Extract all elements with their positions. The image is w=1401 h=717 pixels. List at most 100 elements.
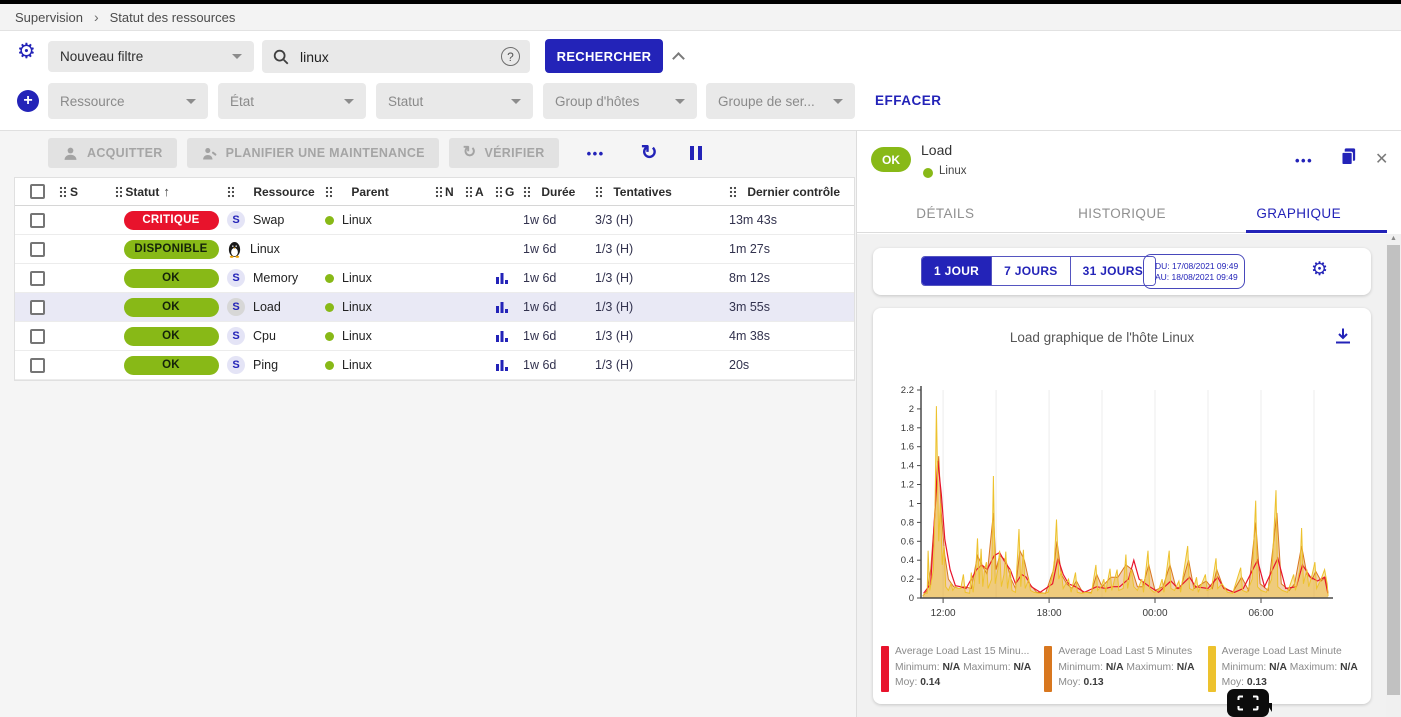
row-checkbox[interactable] bbox=[30, 213, 45, 228]
scrollbar-up-arrow-icon[interactable]: ▲ bbox=[1386, 235, 1401, 242]
capture-overlay-handle-icon[interactable] bbox=[1266, 703, 1272, 712]
resource-detail-panel: OK Load Linux ••• ✕ DÉTAILS HISTORIQUE G… bbox=[856, 130, 1401, 717]
resource-name[interactable]: Swap bbox=[253, 213, 284, 227]
column-header-notes[interactable]: N bbox=[435, 178, 465, 205]
graph-icon[interactable] bbox=[495, 271, 509, 285]
column-header-status[interactable]: Statut↑ bbox=[115, 178, 227, 205]
drag-grip-icon[interactable] bbox=[523, 186, 530, 198]
search-value: linux bbox=[300, 49, 491, 65]
drag-grip-icon[interactable] bbox=[59, 186, 66, 198]
column-header-severity[interactable]: S bbox=[59, 178, 115, 205]
active-tab-indicator bbox=[1246, 230, 1387, 233]
panel-more-actions-icon[interactable]: ••• bbox=[1295, 153, 1313, 168]
custom-date-range[interactable]: DU: 17/08/2021 09:49 AU: 18/08/2021 09:4… bbox=[1143, 254, 1245, 289]
drag-grip-icon[interactable] bbox=[227, 186, 234, 198]
graph-icon[interactable] bbox=[495, 329, 509, 343]
state-select[interactable]: État bbox=[218, 83, 366, 119]
row-checkbox[interactable] bbox=[30, 329, 45, 344]
status-pill: OK bbox=[124, 298, 219, 317]
close-panel-icon[interactable]: ✕ bbox=[1375, 149, 1388, 169]
maintenance-button[interactable]: PLANIFIER UNE MAINTENANCE bbox=[187, 138, 439, 168]
column-header-last-check[interactable]: Dernier contrôle bbox=[729, 178, 854, 205]
column-header-resource[interactable]: Ressource bbox=[227, 178, 325, 205]
parent-name[interactable]: Linux bbox=[342, 329, 372, 343]
resource-name[interactable]: Load bbox=[253, 300, 281, 314]
legend-color-swatch bbox=[1208, 646, 1216, 692]
chevron-down-icon bbox=[344, 99, 354, 104]
resource-type-select[interactable]: Ressource bbox=[48, 83, 208, 119]
breadcrumb-supervision[interactable]: Supervision bbox=[15, 10, 83, 25]
drag-grip-icon[interactable] bbox=[465, 186, 472, 198]
resource-name[interactable]: Memory bbox=[253, 271, 298, 285]
graph-icon[interactable] bbox=[495, 300, 509, 314]
status-select[interactable]: Statut bbox=[376, 83, 533, 119]
drag-grip-icon[interactable] bbox=[435, 186, 442, 198]
drag-grip-icon[interactable] bbox=[729, 186, 736, 198]
drag-grip-icon[interactable] bbox=[115, 186, 122, 198]
refresh-icon[interactable]: ↻ bbox=[641, 143, 658, 163]
table-row[interactable]: OKSLoadLinux1w 6d1/3 (H)3m 55s bbox=[15, 293, 854, 322]
panel-scrollbar[interactable]: ▲ bbox=[1386, 234, 1401, 717]
parent-name[interactable]: Linux bbox=[342, 213, 372, 227]
tab-graph[interactable]: GRAPHIQUE bbox=[1210, 195, 1387, 232]
row-checkbox[interactable] bbox=[30, 242, 45, 257]
search-help-icon[interactable]: ? bbox=[501, 47, 520, 66]
copy-link-icon[interactable] bbox=[1339, 147, 1358, 171]
column-header-parent[interactable]: Parent bbox=[325, 178, 435, 205]
servicegroup-select[interactable]: Groupe de ser... bbox=[706, 83, 855, 119]
resource-name[interactable]: Cpu bbox=[253, 329, 276, 343]
row-checkbox[interactable] bbox=[30, 300, 45, 315]
collapse-filters-chevron-icon[interactable] bbox=[672, 52, 685, 65]
column-header-tries[interactable]: Tentatives bbox=[595, 178, 729, 205]
clear-filters-button[interactable]: EFFACER bbox=[875, 92, 942, 110]
sort-asc-icon: ↑ bbox=[163, 184, 170, 199]
parent-name[interactable]: Linux bbox=[342, 300, 372, 314]
drag-grip-icon[interactable] bbox=[325, 186, 332, 198]
parent-status-dot-icon bbox=[325, 332, 334, 341]
table-row[interactable]: OKSCpuLinux1w 6d1/3 (H)4m 38s bbox=[15, 322, 854, 351]
range-1day-button[interactable]: 1 JOUR bbox=[922, 257, 991, 285]
table-row[interactable]: OKSPingLinux1w 6d1/3 (H)20s bbox=[15, 351, 854, 380]
add-filter-button[interactable]: + bbox=[17, 90, 39, 112]
table-row[interactable]: CRITIQUESSwapLinux1w 6d3/3 (H)13m 43s bbox=[15, 206, 854, 235]
pause-icon[interactable] bbox=[690, 146, 702, 160]
filter-settings-gear-icon[interactable]: ⚙ bbox=[17, 41, 36, 62]
resource-name[interactable]: Linux bbox=[250, 242, 280, 256]
scrollbar-thumb[interactable] bbox=[1387, 245, 1400, 695]
column-header-duration[interactable]: Durée bbox=[523, 178, 595, 205]
status-pill: OK bbox=[124, 327, 219, 346]
svg-text:2.2: 2.2 bbox=[901, 385, 914, 396]
svg-text:0.2: 0.2 bbox=[901, 574, 914, 585]
more-actions-icon[interactable]: ••• bbox=[587, 146, 605, 161]
column-header-graph[interactable]: G bbox=[495, 178, 523, 205]
maintenance-worker-icon bbox=[201, 145, 218, 162]
export-graph-icon[interactable] bbox=[1333, 326, 1353, 351]
column-header-action[interactable]: A bbox=[465, 178, 495, 205]
parent-name[interactable]: Linux bbox=[342, 358, 372, 372]
hostgroup-select[interactable]: Group d'hôtes bbox=[543, 83, 697, 119]
row-checkbox[interactable] bbox=[30, 271, 45, 286]
graph-settings-gear-icon[interactable]: ⚙ bbox=[1311, 260, 1328, 279]
date-to: AU: 18/08/2021 09:49 bbox=[1155, 272, 1238, 283]
table-row[interactable]: OKSMemoryLinux1w 6d1/3 (H)8m 12s bbox=[15, 264, 854, 293]
centreon-resources-page: Supervision › Statut des ressources ⚙ No… bbox=[0, 0, 1401, 717]
check-button[interactable]: ↻ VÉRIFIER bbox=[449, 138, 559, 168]
select-all-checkbox[interactable] bbox=[30, 184, 45, 199]
search-input[interactable]: linux ? bbox=[262, 40, 530, 73]
drag-grip-icon[interactable] bbox=[495, 186, 502, 198]
actions-toolbar: ACQUITTER PLANIFIER UNE MAINTENANCE ↻ VÉ… bbox=[48, 138, 702, 168]
table-row[interactable]: DISPONIBLELinux1w 6d1/3 (H)1m 27s bbox=[15, 235, 854, 264]
row-checkbox[interactable] bbox=[30, 358, 45, 373]
tab-history[interactable]: HISTORIQUE bbox=[1034, 195, 1211, 232]
saved-filter-select[interactable]: Nouveau filtre bbox=[48, 41, 254, 72]
graph-icon[interactable] bbox=[495, 358, 509, 372]
resource-type-label: Ressource bbox=[60, 94, 186, 109]
resource-name[interactable]: Ping bbox=[253, 358, 278, 372]
screen-capture-overlay-icon[interactable] bbox=[1227, 689, 1269, 717]
tab-details[interactable]: DÉTAILS bbox=[857, 195, 1034, 232]
search-button[interactable]: RECHERCHER bbox=[545, 39, 663, 73]
drag-grip-icon[interactable] bbox=[595, 186, 602, 198]
range-7days-button[interactable]: 7 JOURS bbox=[991, 257, 1069, 285]
parent-name[interactable]: Linux bbox=[342, 271, 372, 285]
acknowledge-button[interactable]: ACQUITTER bbox=[48, 138, 177, 168]
